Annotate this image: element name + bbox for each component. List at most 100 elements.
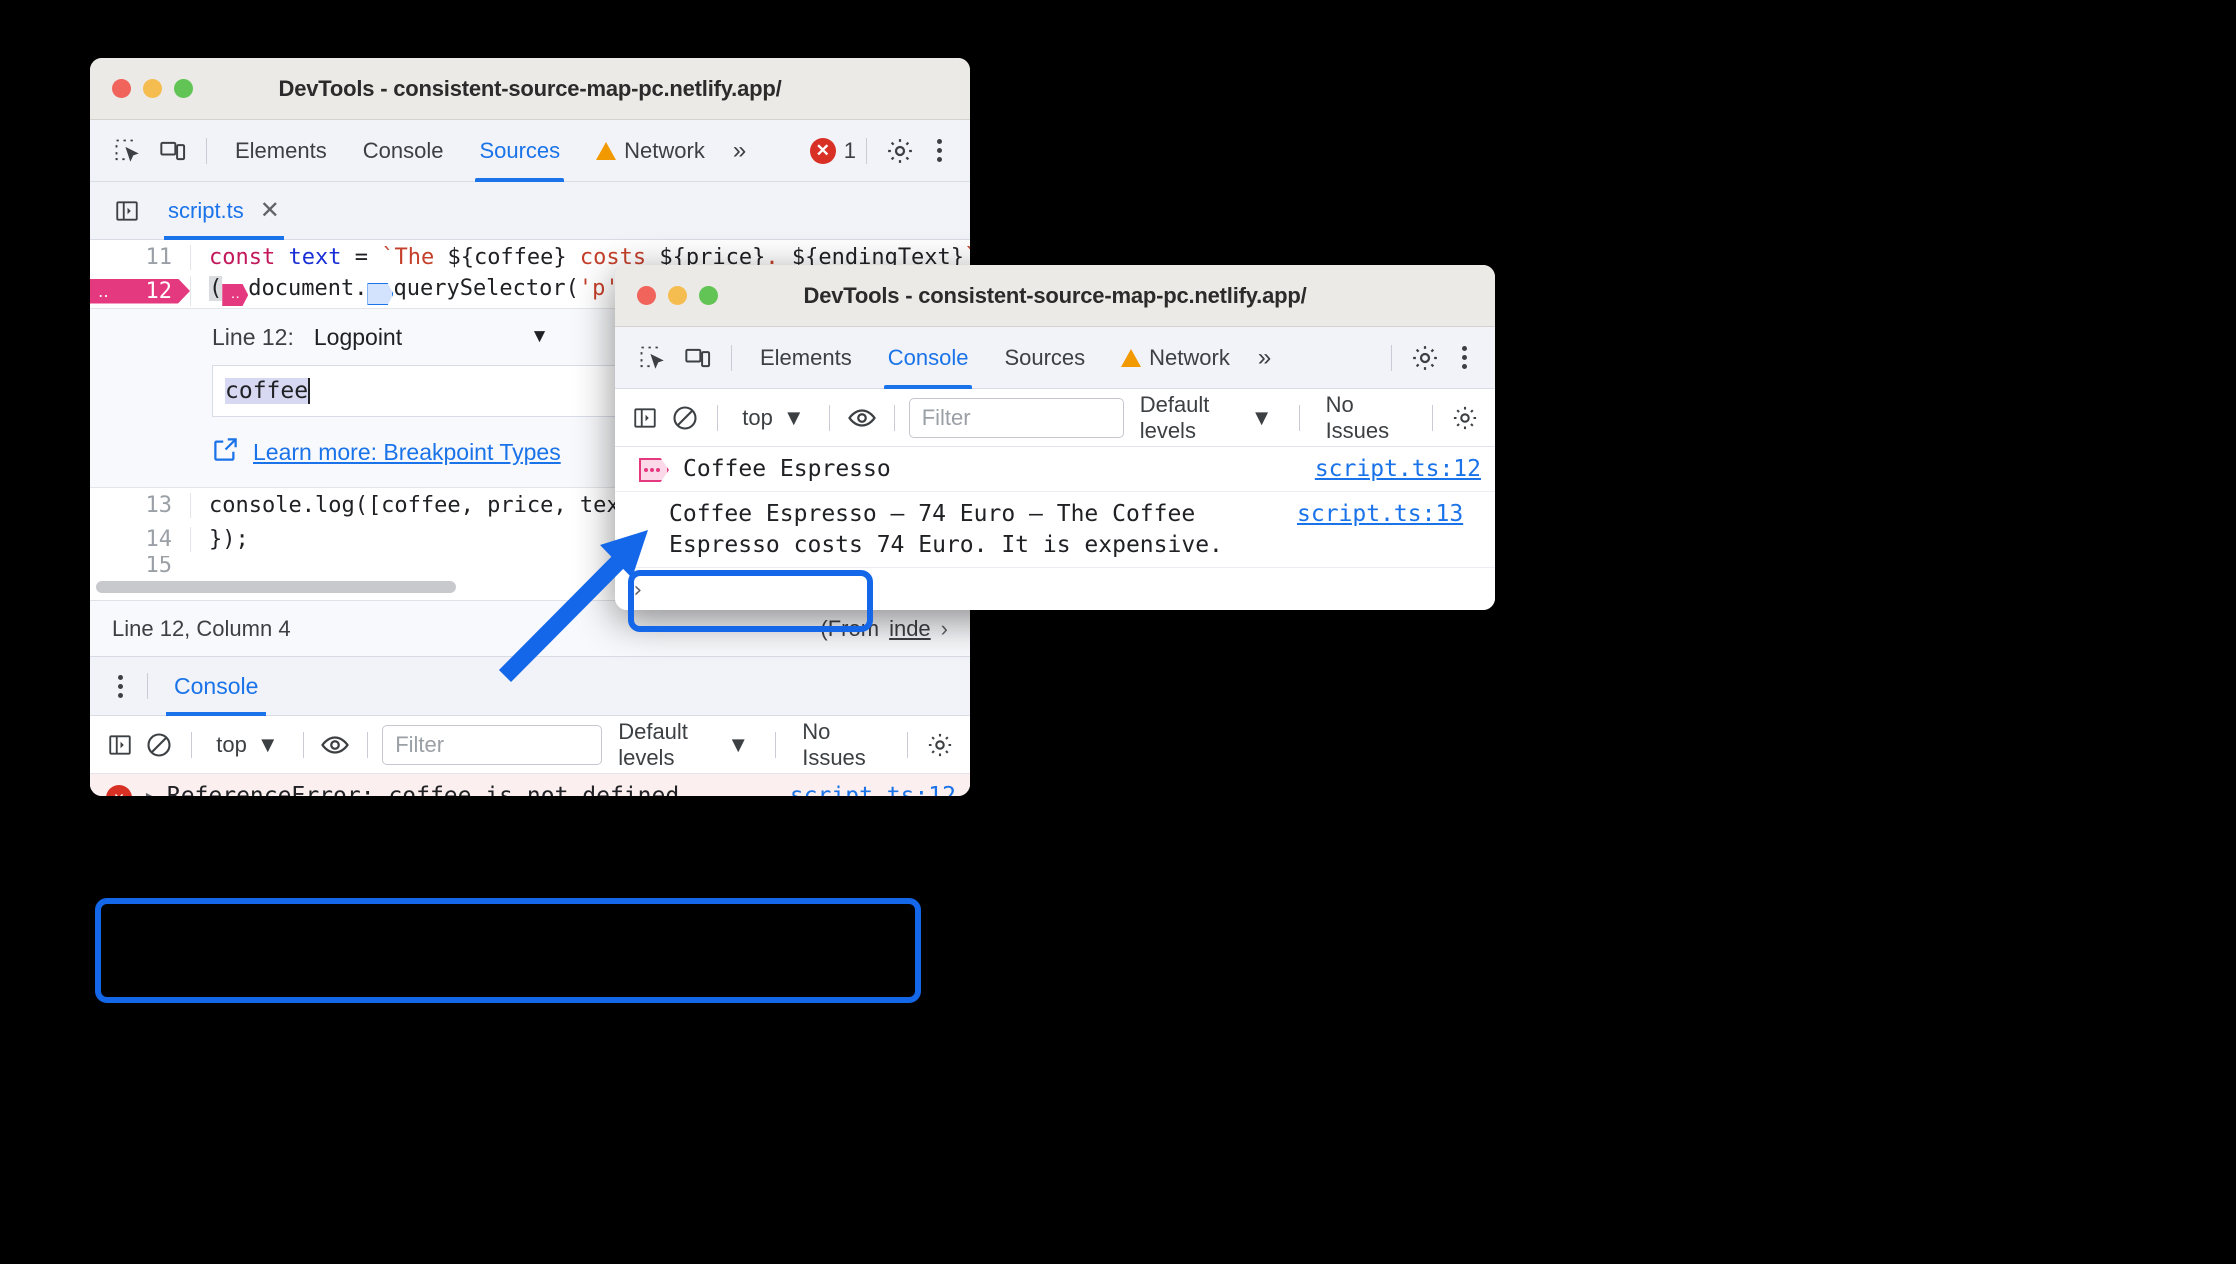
inspect-element-icon[interactable] <box>104 128 150 174</box>
console-sidebar-icon[interactable] <box>627 396 663 440</box>
filter-input[interactable]: Filter <box>382 724 603 765</box>
titlebar-console: DevTools - consistent-source-map-pc.netl… <box>615 265 1495 327</box>
line-number: 11 <box>145 244 173 270</box>
clear-console-icon[interactable] <box>142 723 178 767</box>
chevron-down-icon: ▼ <box>727 731 750 757</box>
log-message-text: Coffee Espresso – 74 Euro – The Coffee E… <box>669 501 1223 558</box>
console-toolbar[interactable]: top ▼ Filter Default levels ▼ No Issues <box>615 389 1495 447</box>
logpoint-badge-icon <box>639 458 669 482</box>
message-source-link[interactable]: script.ts:13 <box>1297 499 1463 529</box>
source-mapping-info[interactable]: (From inde › <box>820 616 948 642</box>
reference-error-highlight <box>95 898 921 1003</box>
disclosure-triangle-icon[interactable]: ▸ <box>144 784 155 796</box>
log-levels-selector[interactable]: Default levels ▼ <box>606 719 761 771</box>
kebab-menu-icon[interactable] <box>923 139 956 162</box>
titlebar-sources: DevTools - consistent-source-map-pc.netl… <box>90 58 970 120</box>
issues-counter[interactable]: No Issues <box>1314 392 1418 444</box>
tab-elements[interactable]: Elements <box>217 120 345 182</box>
tab-console[interactable]: Console <box>345 120 462 182</box>
inspect-element-icon[interactable] <box>629 335 675 381</box>
minimize-window-button[interactable] <box>143 79 162 98</box>
kebab-menu-icon[interactable] <box>1448 346 1481 369</box>
message-source-link[interactable]: script.ts:12 <box>1315 454 1481 484</box>
gear-icon[interactable] <box>1402 335 1448 381</box>
text-cursor <box>308 378 311 404</box>
logpoint-message-text: Coffee Espresso <box>683 456 891 482</box>
error-count-badge[interactable]: ✕ 1 <box>809 137 856 164</box>
drawer-kebab-menu-icon[interactable] <box>104 674 137 698</box>
breakpoint-kind-label: Logpoint <box>313 323 403 350</box>
more-tabs-icon[interactable]: » <box>723 137 756 165</box>
devtools-window-console[interactable]: DevTools - consistent-source-map-pc.netl… <box>615 265 1495 610</box>
error-circle-icon: ✕ <box>809 137 836 164</box>
console-messages[interactable]: Coffee Espresso script.ts:12 Coffee Espr… <box>615 447 1495 610</box>
console-prompt[interactable]: › <box>615 568 1495 610</box>
toolbar-divider <box>206 137 207 164</box>
close-window-button[interactable] <box>637 286 656 305</box>
console-sidebar-icon[interactable] <box>102 723 138 767</box>
message-source-link[interactable]: script.ts:12 <box>790 781 956 796</box>
gear-icon[interactable] <box>877 128 923 174</box>
live-expression-icon[interactable] <box>844 396 880 440</box>
filter-placeholder: Filter <box>395 731 445 757</box>
drawer-console-toolbar[interactable]: top ▼ Filter Default levels ▼ No Issues <box>90 716 970 774</box>
filter-input[interactable]: Filter <box>908 397 1124 438</box>
console-divider-3 <box>367 731 369 758</box>
devtools-tabstrip[interactable]: Elements Console Sources Network » ✕ 1 <box>90 120 970 182</box>
line-number-breakpoint[interactable]: ․․ 12 <box>90 278 190 304</box>
clear-console-icon[interactable] <box>667 396 703 440</box>
more-tabs-icon[interactable]: » <box>1248 344 1281 372</box>
close-window-button[interactable] <box>112 79 131 98</box>
scrollbar-thumb[interactable] <box>96 581 456 593</box>
window-title: DevTools - consistent-source-map-pc.netl… <box>278 75 782 101</box>
maximize-window-button[interactable] <box>699 286 718 305</box>
live-expression-icon[interactable] <box>318 723 354 767</box>
drawer-tabstrip[interactable]: Console <box>90 656 970 716</box>
log-levels-selector[interactable]: Default levels ▼ <box>1128 392 1285 444</box>
show-navigator-icon[interactable] <box>104 188 150 234</box>
file-tab-script-ts[interactable]: script.ts ✕ <box>150 182 298 240</box>
console-divider-2 <box>302 731 304 758</box>
maximize-window-button[interactable] <box>174 79 193 98</box>
learn-more-link[interactable]: Learn more: Breakpoint Types <box>253 439 561 466</box>
tab-console[interactable]: Console <box>870 327 987 389</box>
inline-breakpoint-marker-icon[interactable]: . <box>367 283 394 305</box>
execution-context-selector[interactable]: top ▼ <box>732 405 814 431</box>
console-message-error[interactable]: ✕ ▸ ReferenceError: coffee is not define… <box>90 774 970 796</box>
source-file-tabs[interactable]: script.ts ✕ <box>90 182 970 240</box>
drawer-console-messages[interactable]: ✕ ▸ ReferenceError: coffee is not define… <box>90 774 970 796</box>
source-prefix: (From <box>820 615 880 641</box>
chevron-right-icon[interactable]: › <box>941 616 948 642</box>
device-toolbar-icon[interactable] <box>675 335 721 381</box>
console-divider-3 <box>893 404 895 431</box>
tab-network[interactable]: Network <box>578 120 723 182</box>
warning-triangle-icon <box>1121 348 1142 367</box>
breakpoint-line-label: Line 12: <box>212 323 294 350</box>
device-toolbar-icon[interactable] <box>150 128 196 174</box>
prompt-chevron-icon: › <box>631 578 645 604</box>
devtools-tabstrip[interactable]: Elements Console Sources Network » <box>615 327 1495 389</box>
tab-sources[interactable]: Sources <box>461 120 578 182</box>
error-circle-icon: ✕ <box>106 785 132 796</box>
console-message-log[interactable]: Coffee Espresso – 74 Euro – The Coffee E… <box>615 492 1495 569</box>
tab-sources[interactable]: Sources <box>986 327 1103 389</box>
tab-network[interactable]: Network <box>1103 327 1248 389</box>
open-external-icon <box>212 436 239 468</box>
chevron-down-icon[interactable]: ▼ <box>530 326 549 348</box>
execution-context-selector[interactable]: top ▼ <box>206 732 288 758</box>
console-message-logpoint[interactable]: Coffee Espresso script.ts:12 <box>615 447 1495 493</box>
issues-counter[interactable]: No Issues <box>790 719 893 771</box>
warning-triangle-icon <box>596 141 617 160</box>
traffic-lights[interactable] <box>615 286 718 305</box>
traffic-lights[interactable] <box>90 79 193 98</box>
source-map-link[interactable]: inde <box>889 616 931 642</box>
inline-logpoint-badge-icon[interactable]: ․․ <box>222 284 249 306</box>
drawer-tab-console[interactable]: Console <box>158 656 274 716</box>
console-settings-gear-icon[interactable] <box>1447 396 1483 440</box>
minimize-window-button[interactable] <box>668 286 687 305</box>
tab-elements[interactable]: Elements <box>742 327 870 389</box>
close-icon[interactable]: ✕ <box>260 196 280 225</box>
chevron-down-icon: ▼ <box>1250 404 1273 430</box>
console-settings-gear-icon[interactable] <box>922 723 958 767</box>
screenshot-stage: DevTools - consistent-source-map-pc.netl… <box>0 0 2236 1264</box>
